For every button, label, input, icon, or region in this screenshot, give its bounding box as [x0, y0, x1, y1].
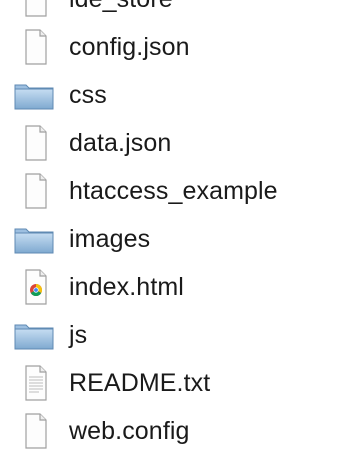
file-row-js[interactable]: js	[0, 311, 358, 359]
file-name: web.config	[69, 416, 190, 445]
file-row-config-json[interactable]: config.json	[0, 23, 358, 71]
file-row-web-config[interactable]: web.config	[0, 407, 358, 455]
file-row-htaccess-example[interactable]: htaccess_example	[0, 167, 358, 215]
text-document-icon	[12, 365, 56, 401]
document-icon	[12, 29, 56, 65]
file-row-images[interactable]: images	[0, 215, 358, 263]
file-row-data-json[interactable]: data.json	[0, 119, 358, 167]
file-name: config.json	[69, 32, 190, 61]
file-name: ide_store	[69, 0, 173, 14]
document-icon	[12, 125, 56, 161]
file-name: data.json	[69, 128, 172, 157]
folder-icon	[12, 77, 56, 113]
document-icon	[12, 173, 56, 209]
file-row-readme-txt[interactable]: README.txt	[0, 359, 358, 407]
file-name: index.html	[69, 272, 184, 301]
file-name: js	[69, 320, 88, 349]
folder-icon	[12, 221, 56, 257]
file-name: images	[69, 224, 151, 253]
document-icon	[12, 413, 56, 449]
file-name: css	[69, 80, 107, 109]
file-list: ide_store config.json css	[0, 0, 358, 455]
document-icon	[12, 0, 56, 17]
file-row-index-html[interactable]: index.html	[0, 263, 358, 311]
file-row-css[interactable]: css	[0, 71, 358, 119]
file-name: htaccess_example	[69, 176, 278, 205]
file-row-ide-store[interactable]: ide_store	[0, 0, 358, 23]
file-name: README.txt	[69, 368, 211, 397]
folder-icon	[12, 317, 56, 353]
html-document-icon	[12, 269, 56, 305]
